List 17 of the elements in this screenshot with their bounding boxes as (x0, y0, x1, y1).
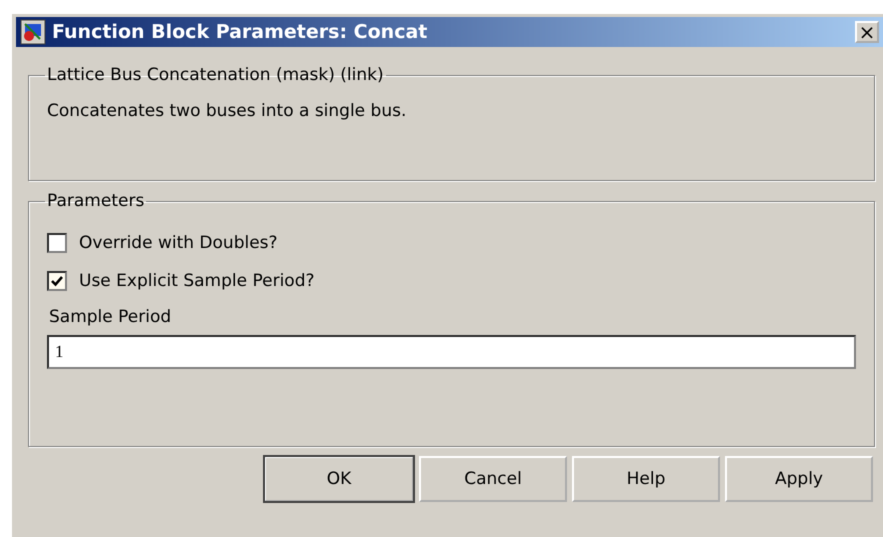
description-text: Concatenates two buses into a single bus. (47, 101, 408, 121)
sample-period-field[interactable]: 1 (47, 335, 856, 369)
dialog-button[interactable]: Apply (725, 456, 873, 502)
window-title: Function Block Parameters: Concat (52, 21, 428, 43)
dialog-button[interactable]: OK (264, 456, 414, 502)
checkbox[interactable] (47, 233, 67, 253)
field-label: Sample Period (49, 307, 172, 327)
checkbox[interactable] (47, 271, 67, 291)
dialog-button[interactable]: Cancel (419, 456, 567, 502)
group-title: Lattice Bus Concatenation (mask) (link) (46, 65, 385, 85)
checkbox-label: Use Explicit Sample Period? (79, 271, 315, 291)
check-icon (51, 275, 63, 287)
dialog-button[interactable]: Help (572, 456, 720, 502)
checkbox-label: Override with Doubles? (79, 233, 278, 253)
group-title: Parameters (46, 191, 146, 211)
close-button[interactable]: × (855, 21, 879, 43)
block-icon (20, 19, 46, 45)
